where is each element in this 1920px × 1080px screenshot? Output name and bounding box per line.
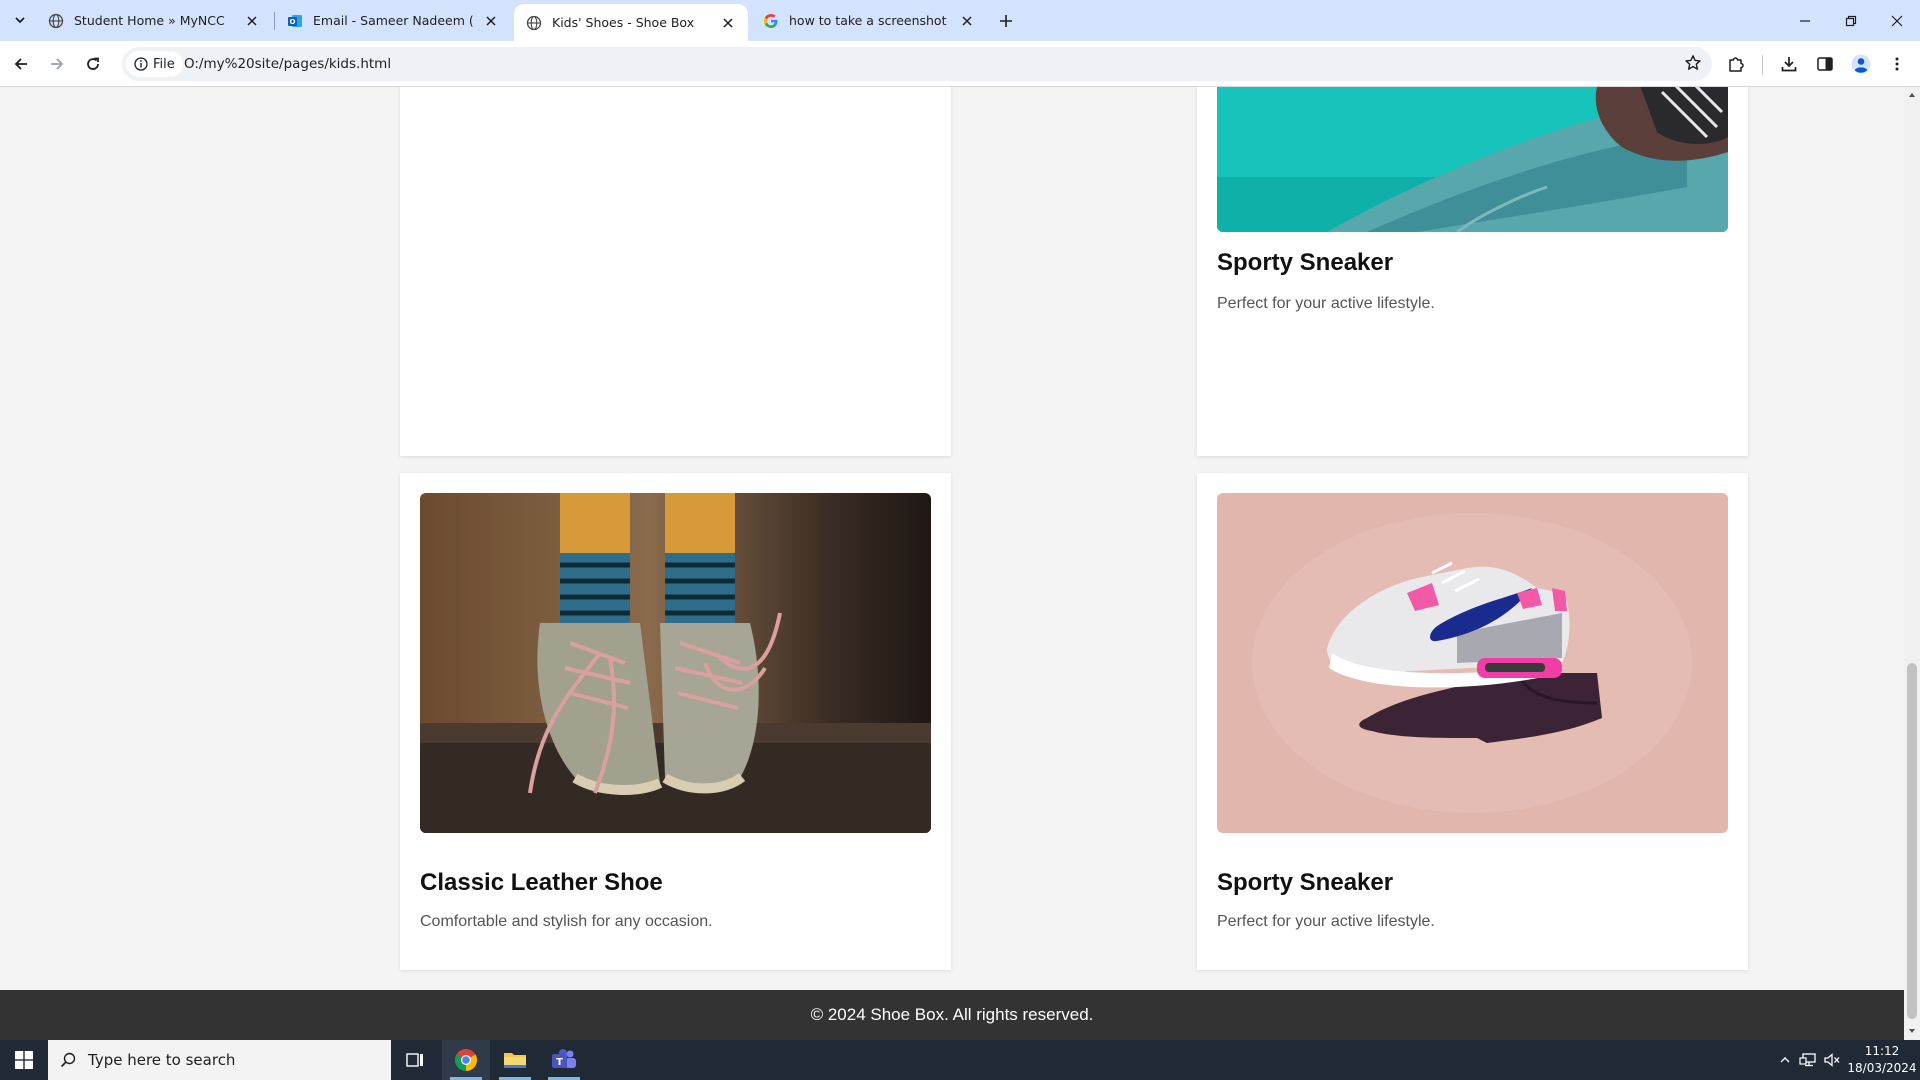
product-card (400, 87, 951, 456)
scrollbar-thumb[interactable] (1907, 663, 1917, 1019)
close-tab-icon[interactable] (959, 13, 975, 29)
tab-title: how to take a screenshot on wi (789, 13, 951, 28)
clock-time: 11:12 (1864, 1044, 1900, 1058)
close-tab-icon[interactable] (720, 15, 736, 31)
close-icon (1891, 15, 1903, 26)
product-title: Sporty Sneaker (1217, 869, 1394, 896)
task-view-button[interactable] (391, 1040, 439, 1080)
close-tab-icon[interactable] (483, 13, 499, 29)
taskbar-search-placeholder: Type here to search (88, 1051, 236, 1069)
restore-button[interactable] (1828, 0, 1874, 41)
product-title: Classic Leather Shoe (420, 869, 663, 896)
side-panel-icon (1817, 57, 1833, 71)
minimize-button[interactable] (1782, 0, 1828, 41)
tab-kids-shoes[interactable]: Kids' Shoes - Shoe Box (514, 4, 748, 41)
browser-menu-button[interactable] (1882, 49, 1912, 79)
product-description: Comfortable and stylish for any occasion… (420, 913, 713, 930)
product-image (1217, 493, 1728, 833)
reload-button[interactable] (78, 49, 108, 79)
minimize-icon (1800, 19, 1810, 22)
teal-sneaker-photo (1217, 87, 1728, 232)
browser-tab-strip: Student Home » MyNCC O Email - Sameer Na… (0, 0, 1920, 41)
chevron-down-icon (15, 17, 25, 24)
network-icon (1799, 1053, 1816, 1067)
pink-sneaker-photo (1217, 493, 1728, 833)
worn-sneakers-photo (420, 493, 931, 833)
new-tab-button[interactable] (993, 8, 1019, 34)
tab-title: Student Home » MyNCC (74, 13, 225, 28)
svg-text:O: O (290, 18, 296, 26)
tab-email[interactable]: O Email - Sameer Nadeem ( 19177 (275, 0, 511, 41)
svg-text:T: T (556, 1057, 563, 1068)
task-view-icon (406, 1053, 423, 1067)
site-info-chip[interactable]: File (126, 51, 183, 77)
site-info-label: File (153, 56, 175, 72)
arrow-left-icon (14, 58, 27, 70)
chevron-up-icon (1780, 1057, 1790, 1063)
url-text: O:/my%20site/pages/kids.html (184, 56, 392, 72)
product-card: Classic Leather Shoe Comfortable and sty… (400, 473, 951, 970)
windows-logo-icon (15, 1051, 33, 1069)
folder-icon (504, 1053, 526, 1068)
forward-button[interactable] (42, 49, 72, 79)
product-description: Perfect for your active lifestyle. (1217, 295, 1435, 312)
product-image (1217, 87, 1728, 232)
side-panel-button[interactable] (1810, 49, 1840, 79)
windows-taskbar: Type here to search T 11:12 18/03/2024 (0, 1040, 1920, 1080)
page-footer: © 2024 Shoe Box. All rights reserved. (0, 990, 1904, 1040)
tab-title: Email - Sameer Nadeem ( 19177 (313, 13, 475, 28)
taskbar-file-explorer[interactable] (491, 1040, 539, 1080)
taskbar-clock[interactable]: 11:12 18/03/2024 (1846, 1043, 1918, 1077)
extensions-button[interactable] (1721, 49, 1751, 79)
scroll-up-arrow-icon[interactable] (1908, 91, 1916, 99)
taskbar-search-box[interactable]: Type here to search (48, 1040, 391, 1080)
bookmark-star-icon[interactable] (1684, 54, 1702, 77)
chrome-icon (455, 1049, 477, 1071)
downloads-button[interactable] (1774, 49, 1804, 79)
download-icon (1781, 57, 1797, 72)
tab-google-search[interactable]: how to take a screenshot on wi (751, 0, 987, 41)
more-vert-icon (1895, 57, 1899, 71)
back-button[interactable] (6, 49, 36, 79)
taskbar-chrome[interactable] (442, 1040, 490, 1080)
reload-icon (87, 57, 99, 70)
browser-toolbar: File O:/my%20site/pages/kids.html (0, 41, 1920, 87)
tab-search-button[interactable] (6, 8, 34, 32)
outlook-icon: O (288, 14, 302, 27)
close-tab-icon[interactable] (244, 13, 260, 29)
close-window-button[interactable] (1874, 0, 1920, 41)
product-image (420, 493, 931, 833)
clock-date: 18/03/2024 (1847, 1061, 1917, 1075)
globe-icon (526, 15, 542, 30)
info-icon (134, 57, 148, 71)
scroll-down-arrow-icon[interactable] (1908, 1027, 1916, 1035)
volume-status[interactable] (1820, 1040, 1844, 1080)
network-status[interactable] (1796, 1040, 1820, 1080)
page-scrollbar[interactable] (1904, 87, 1920, 1040)
tab-title: Kids' Shoes - Shoe Box (552, 15, 695, 30)
search-icon (60, 1052, 76, 1068)
taskbar-teams[interactable]: T (540, 1040, 588, 1080)
product-description: Perfect for your active lifestyle. (1217, 913, 1435, 930)
arrow-right-icon (51, 58, 64, 70)
google-icon (764, 13, 778, 28)
puzzle-icon (1729, 57, 1744, 72)
footer-copyright: © 2024 Shoe Box. All rights reserved. (810, 1005, 1094, 1024)
start-button[interactable] (0, 1040, 48, 1080)
plus-icon (1000, 15, 1012, 27)
teams-icon: T (552, 1049, 576, 1068)
tab-student-home[interactable]: Student Home » MyNCC (36, 0, 272, 41)
product-title: Sporty Sneaker (1217, 249, 1394, 276)
show-hidden-icons-button[interactable] (1774, 1040, 1796, 1080)
page-viewport: Sporty Sneaker Perfect for your active l… (0, 87, 1904, 1040)
product-card: Sporty Sneaker Perfect for your active l… (1197, 87, 1748, 456)
toolbar-separator (1762, 55, 1763, 75)
volume-muted-icon (1824, 1053, 1840, 1067)
profile-avatar-icon (1851, 54, 1871, 74)
product-card: Sporty Sneaker Perfect for your active l… (1197, 473, 1748, 970)
globe-icon (48, 13, 64, 28)
profile-button[interactable] (1846, 49, 1876, 79)
address-bar[interactable]: File O:/my%20site/pages/kids.html (122, 47, 1712, 81)
restore-icon (1845, 15, 1857, 26)
